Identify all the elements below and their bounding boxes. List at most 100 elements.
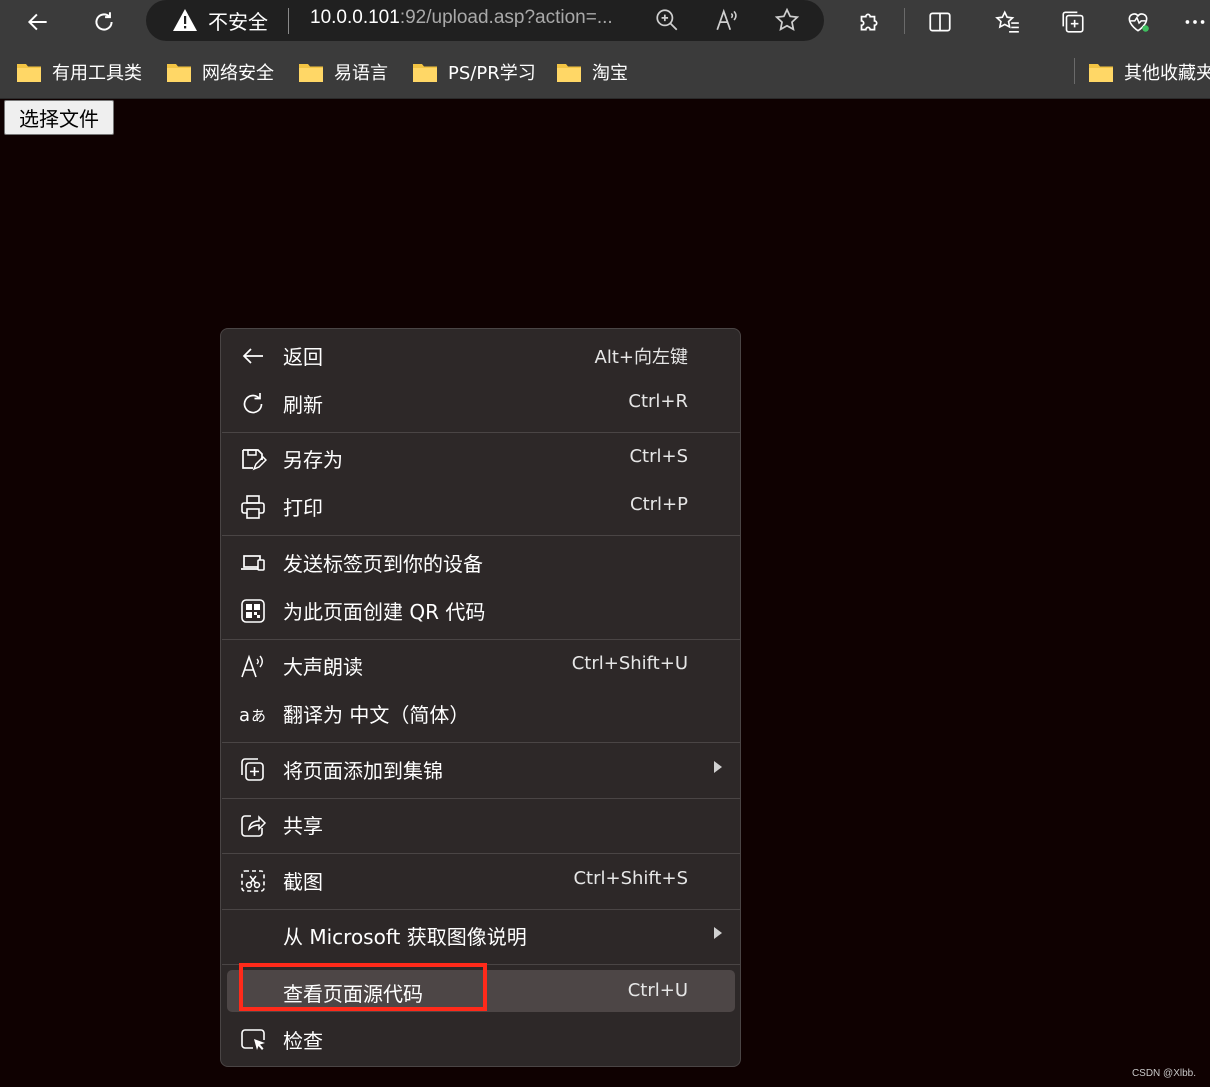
warning-icon: [173, 9, 197, 31]
svg-text:a: a: [239, 705, 250, 726]
puzzle-icon: [860, 13, 878, 31]
send-to-device-icon: [239, 549, 267, 577]
menu-item-label: 检查: [283, 1029, 323, 1053]
menu-item-shortcut: Ctrl+Shift+U: [571, 653, 688, 674]
collections-button[interactable]: [1055, 4, 1091, 40]
menu-item-label: 为此页面创建 QR 代码: [283, 600, 486, 624]
menu-item-share[interactable]: 共享: [221, 802, 740, 846]
svg-text:あ: あ: [251, 707, 266, 725]
screenshot-icon: [239, 867, 267, 895]
security-status[interactable]: 不安全: [208, 6, 268, 35]
browser-toolbar: 不安全 10.0.0.101:92/upload.asp?action=...: [0, 0, 1210, 44]
menu-item-image-descriptions[interactable]: 从 Microsoft 获取图像说明: [221, 913, 740, 957]
bookmarks-bar: 有用工具类 网络安全 易语言 PS/PR学习 淘宝 其他收藏夹: [0, 44, 1210, 99]
menu-item-add-to-collections[interactable]: 将页面添加到集锦: [221, 747, 740, 791]
favorite-star-icon[interactable]: [774, 7, 802, 35]
menu-item-label: 将页面添加到集锦: [283, 759, 443, 783]
menu-item-read-aloud[interactable]: 大声朗读 Ctrl+Shift+U: [221, 643, 740, 687]
highlight-annotation-box: [239, 963, 487, 1011]
menu-item-qr-code[interactable]: 为此页面创建 QR 代码: [221, 588, 740, 632]
favorites-button[interactable]: [990, 4, 1026, 40]
menu-item-label: 翻译为 中文（简体）: [283, 703, 470, 727]
collections-add-icon: [239, 756, 267, 784]
menu-item-label: 返回: [283, 345, 323, 369]
split-screen-button[interactable]: [922, 4, 958, 40]
qr-code-icon: [239, 597, 267, 625]
split-screen-icon: [929, 12, 951, 32]
menu-item-label: 另存为: [283, 448, 343, 472]
menu-item-save-as[interactable]: 另存为 Ctrl+S: [221, 436, 740, 480]
read-aloud-icon: [239, 652, 267, 680]
folder-icon: [299, 64, 323, 82]
menu-item-shortcut: Ctrl+S: [629, 446, 688, 467]
watermark: CSDN @Xlbb.: [1131, 1068, 1196, 1079]
save-as-icon: [239, 445, 268, 473]
menu-item-shortcut: Ctrl+R: [628, 391, 688, 412]
bookmark-folder[interactable]: PS/PR学习: [412, 58, 536, 86]
translate-icon: aあ: [239, 700, 267, 728]
menu-item-label: 截图: [283, 870, 323, 894]
bookmark-folder[interactable]: 淘宝: [556, 58, 628, 86]
menu-item-inspect[interactable]: 检查: [221, 1017, 740, 1061]
bookmark-folder[interactable]: 易语言: [298, 58, 388, 86]
bookmark-folder[interactable]: 有用工具类: [16, 58, 142, 86]
refresh-icon: [239, 390, 267, 418]
browser-essentials-button[interactable]: [1120, 4, 1156, 40]
refresh-button[interactable]: [86, 4, 122, 40]
menu-item-label: 共享: [283, 814, 323, 838]
menu-item-print[interactable]: 打印 Ctrl+P: [221, 484, 740, 528]
menu-separator: [222, 909, 741, 910]
address-bar[interactable]: 不安全 10.0.0.101:92/upload.asp?action=...: [146, 0, 824, 41]
folder-icon: [1089, 64, 1113, 82]
menu-item-shortcut: Alt+向左键: [594, 347, 688, 368]
refresh-icon: [95, 12, 113, 31]
menu-item-shortcut: Ctrl+U: [627, 980, 688, 1001]
menu-item-refresh[interactable]: 刷新 Ctrl+R: [221, 381, 740, 425]
menu-item-label: 打印: [283, 496, 323, 520]
folder-icon: [17, 64, 41, 82]
context-menu: 返回 Alt+向左键 刷新 Ctrl+R 另存为 Ctrl+S 打印 Ctrl+…: [220, 328, 741, 1067]
menu-separator: [222, 853, 741, 854]
menu-item-shortcut: Ctrl+P: [630, 494, 688, 515]
menu-separator: [222, 535, 741, 536]
divider: [1074, 58, 1075, 84]
inspect-icon: [239, 1026, 267, 1054]
menu-item-label: 大声朗读: [283, 655, 363, 679]
bookmark-label: 网络安全: [202, 63, 274, 84]
other-favorites-folder[interactable]: 其他收藏夹: [1088, 58, 1210, 86]
menu-separator: [222, 742, 741, 743]
heart-pulse-icon: [1128, 13, 1149, 32]
bookmark-label: 其他收藏夹: [1124, 63, 1210, 84]
menu-separator: [222, 432, 741, 433]
bookmark-label: PS/PR学习: [448, 63, 536, 84]
read-aloud-icon[interactable]: [714, 7, 742, 35]
zoom-icon[interactable]: [654, 7, 682, 35]
more-options-button[interactable]: [1180, 4, 1210, 40]
menu-item-screenshot[interactable]: 截图 Ctrl+Shift+S: [221, 858, 740, 902]
divider: [904, 8, 905, 34]
url-text[interactable]: 10.0.0.101:92/upload.asp?action=...: [310, 7, 613, 29]
folder-icon: [413, 64, 437, 82]
menu-separator: [222, 798, 741, 799]
back-button[interactable]: [20, 4, 56, 40]
menu-item-label: 发送标签页到你的设备: [283, 552, 483, 576]
favorites-list-icon: [995, 10, 1019, 33]
back-arrow-icon: [27, 13, 47, 31]
choose-file-button[interactable]: 选择文件: [4, 100, 114, 135]
menu-item-send-to-device[interactable]: 发送标签页到你的设备: [221, 540, 740, 584]
menu-item-translate[interactable]: aあ 翻译为 中文（简体）: [221, 691, 740, 735]
menu-separator: [222, 639, 741, 640]
ellipsis-icon: [1185, 20, 1205, 24]
bookmark-folder[interactable]: 网络安全: [166, 58, 274, 86]
menu-item-label: 刷新: [283, 393, 323, 417]
folder-icon: [167, 64, 191, 82]
collections-icon: [1062, 11, 1084, 33]
divider: [288, 8, 289, 34]
back-arrow-icon: [239, 342, 267, 370]
menu-item-back[interactable]: 返回 Alt+向左键: [221, 333, 740, 377]
submenu-arrow-icon: [714, 761, 722, 773]
extensions-button[interactable]: [850, 4, 886, 40]
submenu-arrow-icon: [714, 927, 722, 939]
bookmark-label: 易语言: [334, 63, 388, 84]
share-icon: [239, 811, 267, 839]
